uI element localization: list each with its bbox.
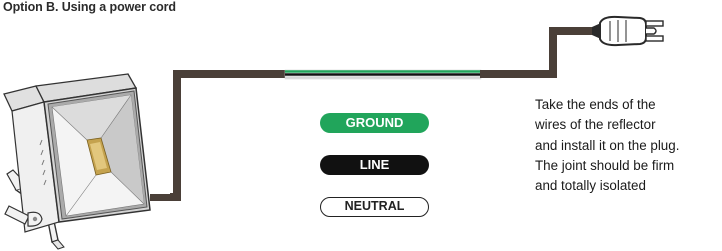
line-label: LINE: [320, 155, 429, 175]
power-plug-icon: [592, 15, 664, 47]
ground-label: GROUND: [320, 113, 429, 133]
instruction-line: and install it on the plug.: [535, 137, 680, 153]
instruction-line: Take the ends of the: [535, 97, 656, 112]
floodlight-icon: [3, 73, 170, 250]
instruction-line: The joint should be firm: [535, 157, 675, 173]
neutral-label: NEUTRAL: [320, 197, 429, 217]
power-cord-right: [480, 27, 594, 78]
power-cord-left: [170, 70, 286, 201]
instructions-text: Take the ends of the wires of the reflec…: [535, 95, 721, 196]
exposed-wires: [284, 69, 482, 80]
instruction-line: wires of the reflector: [535, 117, 656, 133]
instruction-line: and totally isolated: [535, 178, 646, 194]
